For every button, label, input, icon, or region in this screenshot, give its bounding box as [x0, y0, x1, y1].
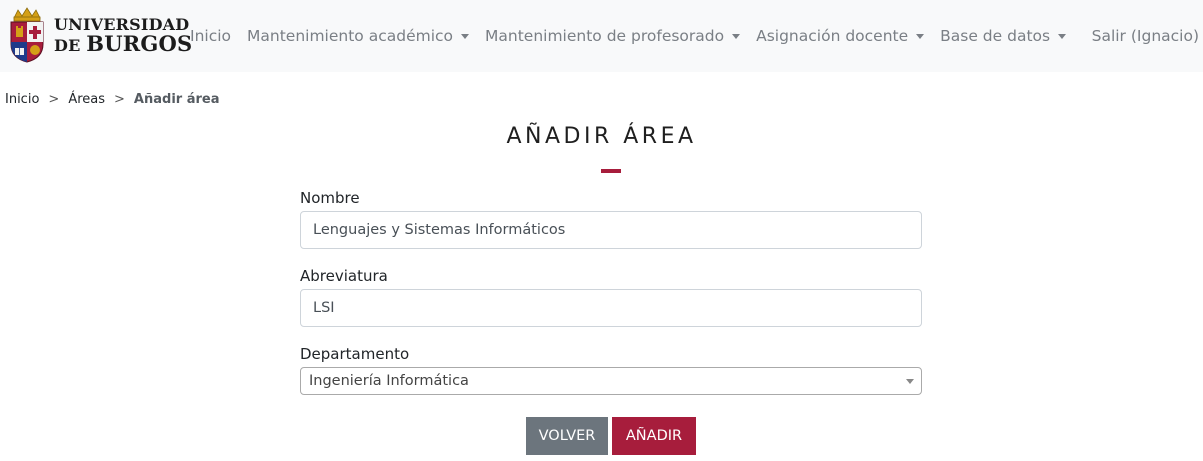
breadcrumb-separator: > — [114, 92, 125, 107]
university-name-prefix: DE — [54, 35, 87, 55]
nombre-group: Nombre — [300, 188, 922, 249]
main-nav: Inicio Mantenimiento académico Mantenimi… — [182, 0, 1074, 72]
top-navbar: UNIVERSIDAD DE BURGOS Inicio Mantenimien… — [0, 0, 1203, 72]
nav-item-label: Mantenimiento de profesorado — [485, 27, 725, 45]
nav-item-asignacion-docente[interactable]: Asignación docente — [748, 27, 932, 45]
nav-item-mantenimiento-academico[interactable]: Mantenimiento académico — [239, 27, 477, 45]
breadcrumb: Inicio > Áreas > Añadir área — [5, 92, 219, 107]
nav-item-label: Asignación docente — [756, 27, 909, 45]
university-name-line2: DE BURGOS — [54, 33, 192, 54]
departamento-select[interactable]: Ingeniería Informática — [300, 367, 922, 395]
departamento-group: Departamento Ingeniería Informática — [300, 344, 922, 395]
nav-item-label: Base de datos — [940, 27, 1051, 45]
departamento-label: Departamento — [300, 345, 410, 363]
title-underline — [601, 169, 621, 173]
university-name-main: BURGOS — [86, 30, 193, 56]
caret-down-icon — [732, 34, 741, 39]
page-title: AÑADIR ÁREA — [506, 124, 697, 149]
caret-down-icon — [1058, 34, 1067, 39]
abreviatura-label: Abreviatura — [300, 267, 388, 285]
departamento-selected-value: Ingeniería Informática — [309, 373, 469, 389]
logout-link[interactable]: Salir (Ignacio) — [1092, 0, 1199, 72]
nav-item-label: Inicio — [190, 27, 232, 45]
nombre-label: Nombre — [300, 189, 360, 207]
form-actions: VOLVER AÑADIR — [526, 417, 696, 455]
breadcrumb-item-inicio[interactable]: Inicio — [5, 92, 39, 107]
nav-item-mantenimiento-profesorado[interactable]: Mantenimiento de profesorado — [477, 27, 748, 45]
caret-down-icon — [916, 34, 925, 39]
back-button[interactable]: VOLVER — [526, 417, 608, 455]
breadcrumb-separator: > — [48, 92, 60, 107]
university-name: UNIVERSIDAD DE BURGOS — [54, 16, 192, 54]
add-button[interactable]: AÑADIR — [612, 417, 696, 455]
nombre-input[interactable] — [300, 211, 922, 249]
dropdown-arrow-icon — [906, 379, 914, 384]
breadcrumb-item-areas[interactable]: Áreas — [68, 92, 105, 107]
nav-item-inicio[interactable]: Inicio — [182, 27, 239, 45]
university-logo[interactable]: UNIVERSIDAD DE BURGOS — [6, 4, 192, 66]
caret-down-icon — [461, 34, 470, 39]
university-crest-icon — [10, 7, 44, 63]
abreviatura-input[interactable] — [300, 289, 922, 327]
breadcrumb-current: Añadir área — [133, 92, 220, 107]
nav-item-label: Mantenimiento académico — [247, 27, 454, 45]
nav-item-base-de-datos[interactable]: Base de datos — [932, 27, 1074, 45]
abreviatura-group: Abreviatura — [300, 266, 922, 327]
